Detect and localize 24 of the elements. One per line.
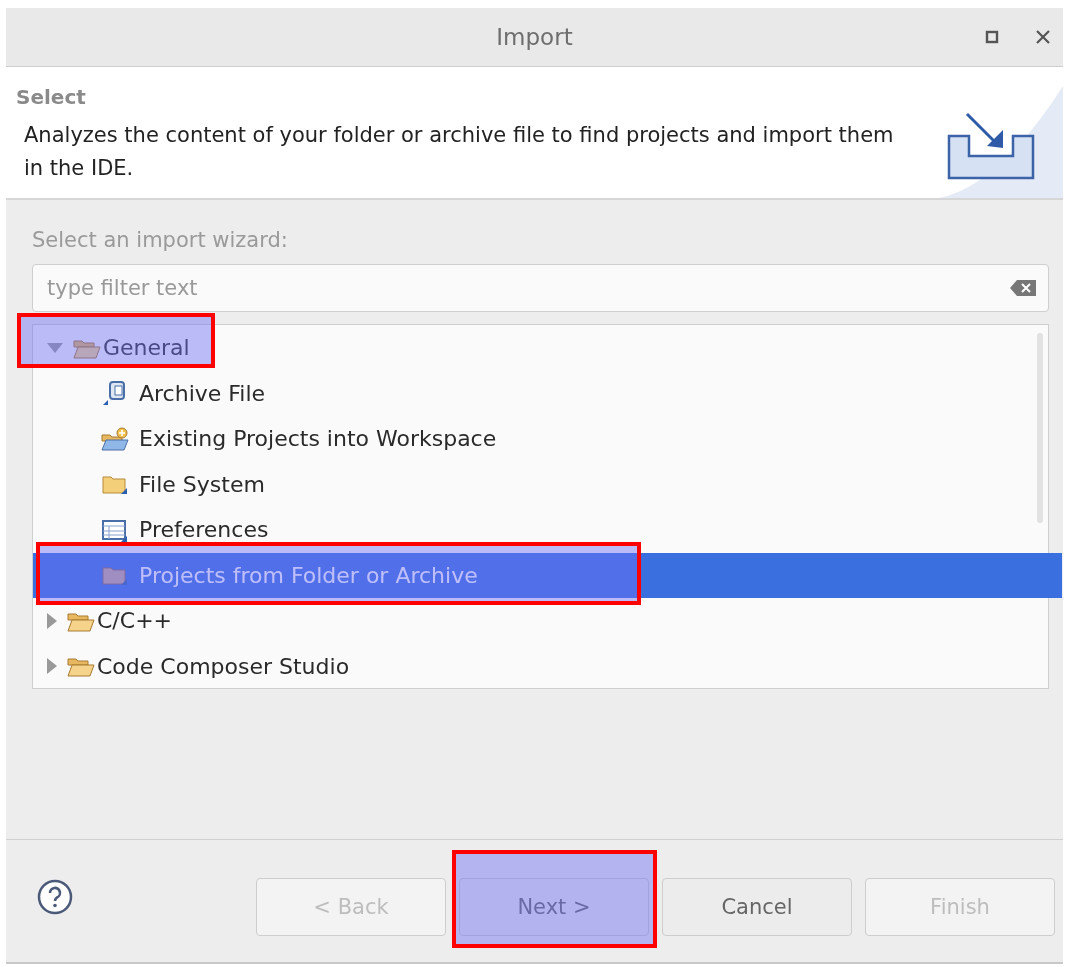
tree-item[interactable]: Preferences — [33, 507, 1048, 553]
collapsed-arrow-icon[interactable] — [47, 612, 57, 629]
folder-plus-icon — [101, 426, 129, 451]
tree-item[interactable]: Archive File — [33, 370, 1048, 416]
folder-icon — [67, 655, 95, 678]
page-description: Analyzes the content of your folder or archive file to find projects and import them in the IDE. — [23, 122, 895, 182]
collapsed-arrow-icon[interactable] — [47, 658, 57, 675]
wizard-label: Select an import wizard: — [32, 228, 289, 252]
tree-item[interactable]: Code Composer Studio — [33, 643, 1048, 689]
page-title: Select — [16, 85, 87, 109]
window-title: Import — [496, 24, 573, 50]
tree-item[interactable]: General — [33, 325, 1048, 371]
close-icon[interactable] — [1035, 29, 1051, 45]
tree-item[interactable]: C/C++ — [33, 598, 1048, 644]
scrollbar-thumb[interactable] — [1037, 333, 1043, 523]
table-icon — [101, 517, 129, 542]
dialog-button[interactable]: Cancel — [662, 878, 852, 936]
clear-icon[interactable] — [1009, 279, 1037, 297]
tree-item[interactable]: File System — [33, 461, 1048, 507]
maximize-icon[interactable] — [985, 30, 999, 44]
import-tray-icon — [939, 86, 1063, 198]
tree-item[interactable]: Existing Projects into Workspace — [33, 416, 1048, 462]
help-icon[interactable] — [36, 878, 74, 916]
filter-field[interactable]: type filter text — [32, 264, 1049, 312]
